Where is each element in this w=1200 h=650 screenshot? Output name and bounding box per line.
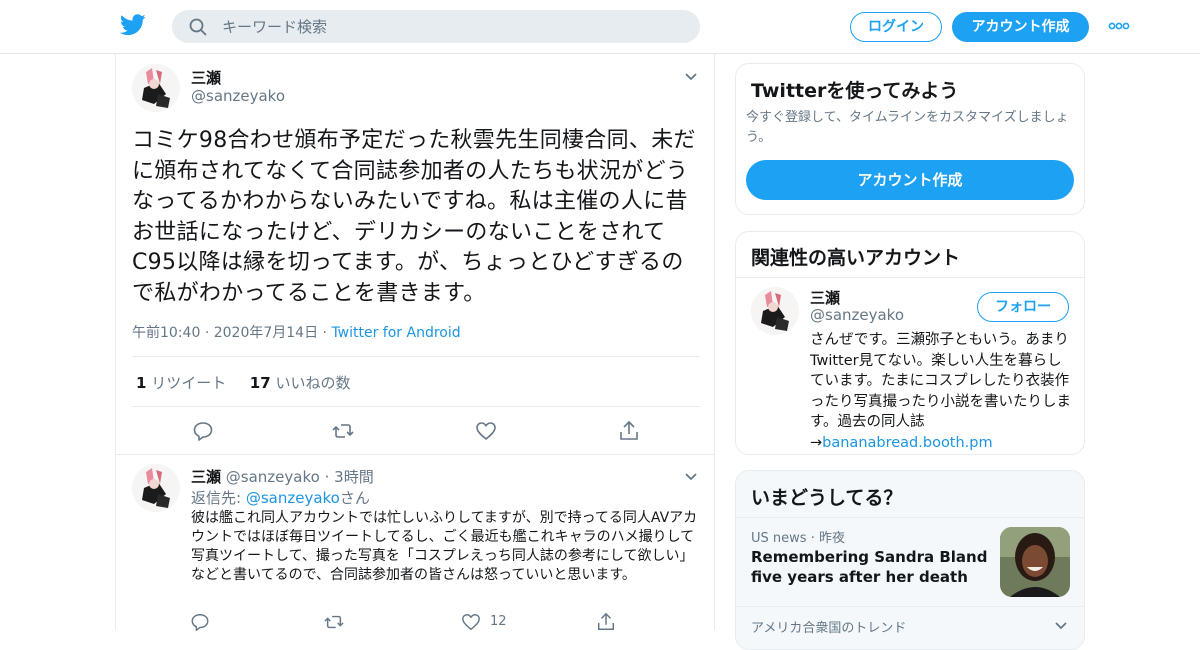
retweet-stat[interactable]: 1 リツイート bbox=[136, 374, 226, 392]
signup-card-button[interactable]: アカウント作成 bbox=[746, 160, 1074, 200]
avatar-image bbox=[751, 287, 799, 335]
retweet-icon[interactable] bbox=[324, 612, 344, 632]
search-icon bbox=[189, 18, 207, 36]
like-label: いいねの数 bbox=[275, 374, 351, 392]
avatar[interactable] bbox=[132, 64, 180, 112]
chevron-down-icon[interactable] bbox=[684, 72, 698, 82]
avatar[interactable] bbox=[751, 287, 799, 335]
replying-to-prefix: 返信先: bbox=[191, 489, 246, 507]
reply-like-count: 12 bbox=[490, 614, 507, 629]
twitter-bird-icon[interactable] bbox=[120, 14, 146, 36]
trend-time: 昨夜 bbox=[818, 531, 845, 546]
trend-meta: US news · 昨夜 bbox=[751, 527, 845, 546]
signup-card: Twitterを使ってみよう 今すぐ登録して、タイムラインをカスタマイズしましょ… bbox=[735, 63, 1085, 215]
bio-link[interactable]: bananabread.booth.pm bbox=[822, 435, 992, 451]
signup-card-description: 今すぐ登録して、タイムラインをカスタマイズしましょう。 bbox=[746, 110, 1069, 145]
avatar[interactable] bbox=[132, 464, 180, 512]
retweet-icon[interactable] bbox=[332, 420, 354, 442]
trends-card-title: いまどうしてる？ bbox=[751, 487, 903, 509]
tweet-time[interactable]: 午前10:40 bbox=[132, 325, 200, 341]
reply-author-name[interactable]: 三瀬 bbox=[191, 468, 221, 486]
retweet-count: 1 bbox=[136, 374, 147, 392]
more-options-icon[interactable] bbox=[1108, 22, 1130, 30]
separator-dot: · bbox=[324, 468, 330, 486]
search-box[interactable] bbox=[172, 10, 700, 43]
separator-dot: · bbox=[810, 531, 819, 546]
bio-text: さんぜです。三瀬弥子ともいう。あまりTwitter見てない。楽しい人生を暮らして… bbox=[810, 332, 1071, 451]
search-input[interactable] bbox=[222, 10, 682, 43]
tweet-stats: 1 リツイート 17 いいねの数 bbox=[136, 372, 350, 393]
trend-item[interactable]: US news · 昨夜 Remembering Sandra Bland fi… bbox=[736, 518, 1084, 606]
reply-time-ago[interactable]: 3時間 bbox=[334, 468, 374, 486]
reply-icon[interactable] bbox=[190, 612, 210, 632]
replying-to-suffix: さん bbox=[339, 489, 370, 507]
avatar-image bbox=[132, 64, 180, 112]
trend-thumbnail bbox=[1000, 527, 1070, 597]
related-card-title: 関連性の高いアカウント bbox=[751, 247, 961, 269]
trend-source: US news bbox=[751, 531, 807, 546]
signup-card-title: Twitterを使ってみよう bbox=[751, 80, 959, 102]
related-account-bio: さんぜです。三瀬弥子ともいう。あまりTwitter見てない。楽しい人生を暮らして… bbox=[810, 330, 1072, 453]
like-stat[interactable]: 17 いいねの数 bbox=[250, 374, 351, 392]
retweet-label: リツイート bbox=[151, 374, 227, 392]
trend-thumbnail-image bbox=[1000, 527, 1070, 597]
related-account-handle[interactable]: @sanzeyako bbox=[810, 306, 904, 324]
like-heart-icon[interactable] bbox=[475, 420, 497, 442]
author-name[interactable]: 三瀬 bbox=[191, 67, 221, 88]
trends-card: いまどうしてる？ US news · 昨夜 Remembering Sandra… bbox=[735, 470, 1085, 650]
trends-location-label: アメリカ合衆国のトレンド bbox=[751, 621, 907, 636]
tweet-metadata: 午前10:40 · 2020年7月14日 · Twitter for Andro… bbox=[132, 322, 461, 342]
like-count: 17 bbox=[249, 374, 271, 392]
tweet-text: コミケ98合わせ頒布予定だった秋雲先生同棲合同、未だに頒布されてなくて合同誌参加… bbox=[132, 128, 696, 306]
related-accounts-card: 関連性の高いアカウント 三瀬 @sanzeyako フォロー さんぜです。三瀬弥… bbox=[735, 231, 1085, 455]
signup-button[interactable]: アカウント作成 bbox=[952, 12, 1089, 42]
divider bbox=[132, 406, 700, 407]
tweet-source-link[interactable]: Twitter for Android bbox=[331, 325, 460, 341]
divider bbox=[736, 606, 1084, 607]
avatar-image bbox=[132, 464, 180, 512]
replying-to-handle-link[interactable]: @sanzeyako bbox=[246, 489, 340, 507]
follow-button[interactable]: フォロー bbox=[977, 292, 1069, 322]
replying-to: 返信先: @sanzeyakoさん bbox=[191, 487, 370, 508]
reply-author-handle[interactable]: @sanzeyako bbox=[226, 468, 320, 486]
chevron-down-icon[interactable] bbox=[684, 472, 698, 482]
separator-dot: · bbox=[204, 325, 214, 341]
tweet-date[interactable]: 2020年7月14日 bbox=[214, 325, 318, 341]
like-heart-icon[interactable] bbox=[461, 612, 481, 632]
divider bbox=[132, 356, 700, 357]
main-timeline-column: 三瀬 @sanzeyako コミケ98合わせ頒布予定だった秋雲先生同棲合同、未だ… bbox=[115, 54, 715, 632]
reply-tweet-text: 彼は艦これ同人アカウントでは忙しいふりしてますが、別で持ってる同人AVアカウント… bbox=[191, 510, 698, 583]
reply-header: 三瀬 @sanzeyako · 3時間 bbox=[191, 466, 374, 487]
trend-headline: Remembering Sandra Bland five years afte… bbox=[751, 548, 988, 586]
divider bbox=[116, 454, 714, 455]
top-navigation-bar: ログイン アカウント作成 bbox=[0, 0, 1200, 54]
divider bbox=[736, 277, 1084, 278]
author-handle[interactable]: @sanzeyako bbox=[191, 87, 285, 105]
related-account-name[interactable]: 三瀬 bbox=[810, 287, 840, 308]
share-icon[interactable] bbox=[618, 420, 640, 442]
login-button[interactable]: ログイン bbox=[850, 12, 942, 42]
share-icon[interactable] bbox=[596, 612, 616, 632]
reply-icon[interactable] bbox=[192, 420, 214, 442]
